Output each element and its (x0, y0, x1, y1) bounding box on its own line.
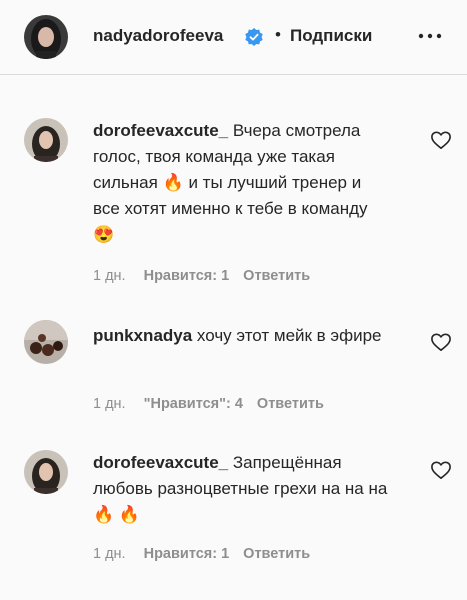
comment-avatar[interactable] (24, 320, 68, 364)
fire-emoji: 🔥 (162, 173, 184, 192)
comment-avatar[interactable] (24, 118, 68, 162)
reply-button[interactable]: Ответить (243, 268, 310, 284)
fire-emoji: 🔥 (118, 505, 141, 524)
avatar-image (24, 118, 68, 162)
comment-likes[interactable]: Нравится: 1 (144, 546, 230, 562)
header-separator-dot: • (275, 25, 281, 44)
comment-time: 1 дн. (93, 396, 126, 412)
fire-emoji: 🔥 (93, 505, 115, 524)
comment-username[interactable]: dorofeevaxcute_ (93, 121, 228, 140)
profile-avatar[interactable] (24, 15, 68, 59)
header-username[interactable]: nadyadorofeeva (93, 26, 223, 46)
comment-avatar[interactable] (24, 450, 68, 494)
following-button[interactable]: Подписки (290, 26, 372, 46)
comment-likes[interactable]: "Нравится": 4 (144, 396, 243, 412)
reply-button[interactable]: Ответить (243, 546, 310, 562)
avatar-image (24, 320, 68, 364)
comment-meta: 1 дн. Нравится: 1 Ответить (93, 546, 310, 562)
comment-likes[interactable]: Нравится: 1 (144, 268, 230, 284)
like-heart-icon[interactable] (430, 460, 452, 480)
comment-meta: 1 дн. "Нравится": 4 Ответить (93, 396, 324, 412)
comment-text: punkxnadya хочу этот мейк в эфире (93, 323, 388, 349)
avatar-image (24, 450, 68, 494)
verified-badge-icon (245, 28, 263, 46)
more-options-icon[interactable] (415, 24, 445, 48)
comment-username[interactable]: dorofeevaxcute_ (93, 453, 228, 472)
reply-button[interactable]: Ответить (257, 396, 324, 412)
post-header: nadyadorofeeva • Подписки (0, 0, 467, 75)
comment-time: 1 дн. (93, 268, 126, 284)
comment-username[interactable]: punkxnadya (93, 326, 192, 345)
comment-text: dorofeevaxcute_ Вчера смотрела голос, тв… (93, 118, 388, 248)
comment-time: 1 дн. (93, 546, 126, 562)
heart-eyes-emoji: 😍 (93, 225, 115, 244)
comment-body: хочу этот мейк в эфире (192, 326, 382, 345)
avatar-image (24, 15, 68, 59)
comment-text: dorofeevaxcute_ Запрещённая любовь разно… (93, 450, 388, 528)
like-heart-icon[interactable] (430, 332, 452, 352)
like-heart-icon[interactable] (430, 130, 452, 150)
comment-meta: 1 дн. Нравится: 1 Ответить (93, 268, 310, 284)
